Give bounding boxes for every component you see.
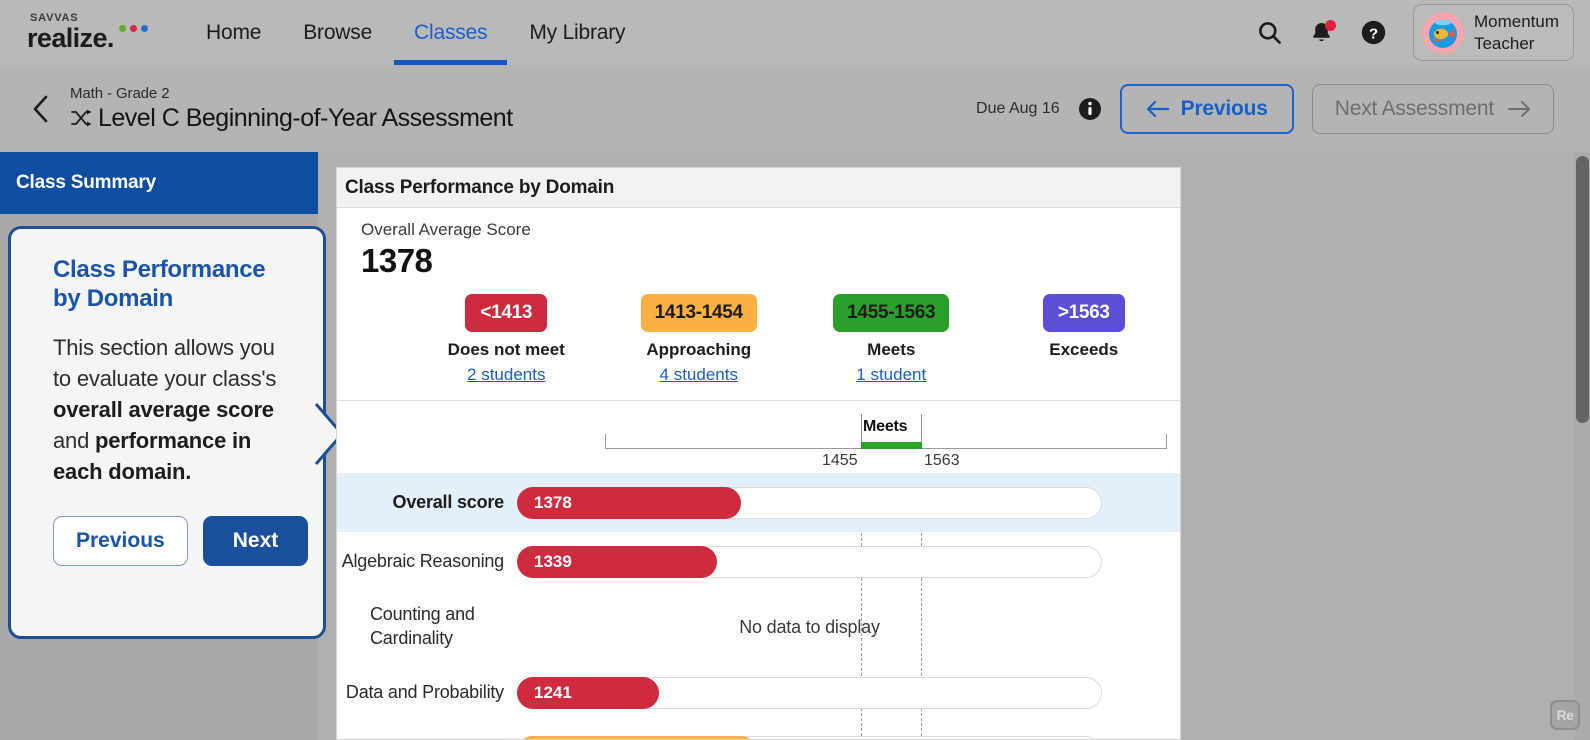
coach-buttons: Previous Next xyxy=(53,515,309,566)
chart-row-value: 1378 xyxy=(534,492,572,512)
assessment-titles: Math - Grade 2 Level C Beginning-of-Year… xyxy=(70,85,513,133)
chart-row-label: Overall score xyxy=(392,491,505,512)
bell-icon[interactable] xyxy=(1309,19,1336,46)
chart-axis: Meets 1455 1563 xyxy=(337,401,1180,473)
band-range-chip: 1455-1563 xyxy=(833,294,950,332)
chart-row-bar: 1378 xyxy=(517,486,741,519)
coach-body-bold-1: overall average score xyxy=(53,397,274,422)
coach-body-pre: This section allows you to evaluate your… xyxy=(53,334,277,391)
overall-average-score-value: 1378 xyxy=(361,242,433,279)
notification-badge xyxy=(1324,19,1336,31)
breadcrumb: Math - Grade 2 xyxy=(70,84,170,102)
sidebar-item-label: Class Summary xyxy=(16,172,156,193)
search-icon[interactable] xyxy=(1256,19,1283,46)
logo-dots-icon xyxy=(119,25,148,32)
band-meets: 1455-1563 Meets 1 student xyxy=(795,294,988,385)
performance-band-legend: <1413 Does not meet 2 students 1413-1454… xyxy=(337,294,1180,385)
back-chevron-icon[interactable] xyxy=(30,93,52,125)
cut-score-label-low: 1455 xyxy=(822,452,858,469)
assessment-header-bar: Math - Grade 2 Level C Beginning-of-Year… xyxy=(0,65,1590,152)
coach-next-button[interactable]: Next xyxy=(202,515,309,566)
domain-performance-chart: Meets 1455 1563 Overall score 1378 Algeb… xyxy=(337,401,1180,739)
chart-row-data-and-probability: Data and Probability 1241 xyxy=(337,663,1180,722)
arrow-left-icon xyxy=(1146,100,1169,117)
chart-row-bar: 1339 xyxy=(517,545,717,578)
app-root: SAVVAS realize. Home Browse Classes My L… xyxy=(0,0,1590,740)
band-name: Does not meet xyxy=(447,340,565,359)
coach-title: Class Performance by Domain xyxy=(53,256,266,313)
chart-row-bar xyxy=(517,735,757,739)
coach-previous-button[interactable]: Previous xyxy=(53,515,188,566)
band-exceeds: >1563 Exceeds xyxy=(988,294,1181,385)
band-name: Exceeds xyxy=(1049,340,1119,359)
band-range-chip: 1413-1454 xyxy=(640,294,757,332)
coach-tooltip-card: Class Performance by Domain This section… xyxy=(8,226,326,639)
nav-right-actions: ? Momentum Teacher xyxy=(1256,4,1574,61)
previous-assessment-button[interactable]: Previous xyxy=(1119,83,1294,134)
next-assessment-label: Next Assessment xyxy=(1334,96,1494,120)
arrow-right-icon xyxy=(1508,100,1530,117)
chart-row-value: 1241 xyxy=(534,682,572,702)
assessment-actions: Due Aug 16 Previous Next Assessment xyxy=(976,83,1554,134)
overall-average-score-label: Overall Average Score xyxy=(361,220,531,239)
shuffle-icon xyxy=(70,107,94,129)
account-name-line2: Teacher xyxy=(1473,33,1535,53)
chart-row-track: 1378 xyxy=(517,486,1102,519)
next-assessment-button[interactable]: Next Assessment xyxy=(1311,83,1554,134)
coach-body-mid: and xyxy=(53,428,96,454)
info-icon[interactable] xyxy=(1078,97,1102,121)
coach-body: This section allows you to evaluate your… xyxy=(53,332,295,488)
realize-watermark-badge: Re xyxy=(1550,700,1580,730)
chart-row-label: Counting and Cardinality xyxy=(370,604,475,648)
chart-row-track xyxy=(517,735,1102,739)
nav-classes[interactable]: Classes xyxy=(393,0,508,65)
account-name-line1: Momentum xyxy=(1473,12,1559,32)
help-icon[interactable]: ? xyxy=(1360,19,1387,46)
vertical-scrollbar-thumb[interactable] xyxy=(1576,156,1589,423)
panel-header: Class Performance by Domain xyxy=(337,168,1180,208)
account-menu-button[interactable]: Momentum Teacher xyxy=(1412,4,1574,61)
class-performance-panel: Class Performance by Domain Overall Aver… xyxy=(336,167,1181,740)
chart-row-label: Algebraic Reasoning xyxy=(341,550,505,571)
chart-row-bar: 1241 xyxy=(517,676,659,709)
band-student-count-link[interactable]: 4 students xyxy=(660,365,738,385)
assessment-title: Level C Beginning-of-Year Assessment xyxy=(98,103,513,132)
top-navigation-bar: SAVVAS realize. Home Browse Classes My L… xyxy=(0,0,1590,65)
band-student-count-link[interactable]: 1 student xyxy=(856,365,926,385)
meets-band-label: Meets xyxy=(863,418,908,435)
band-does-not-meet: <1413 Does not meet 2 students xyxy=(410,294,603,385)
band-name: Meets xyxy=(867,340,916,359)
chart-row-counting-and-cardinality: Counting and Cardinality No data to displ… xyxy=(337,591,1180,663)
nav-my-library[interactable]: My Library xyxy=(508,0,646,65)
chart-row-algebraic-reasoning: Algebraic Reasoning 1339 xyxy=(337,532,1180,591)
svg-text:?: ? xyxy=(1369,25,1378,42)
page-title: Class Performance by Domain xyxy=(345,176,615,198)
chart-row-track: 1241 xyxy=(517,676,1102,709)
fishbowl-avatar xyxy=(1421,11,1464,54)
chart-row-next-partial xyxy=(337,722,1180,739)
band-range-chip: <1413 xyxy=(465,294,548,332)
chart-row-track: 1339 xyxy=(517,545,1102,578)
chart-row-no-data: No data to display xyxy=(739,616,880,637)
nav-home[interactable]: Home xyxy=(185,0,282,65)
band-approaching: 1413-1454 Approaching 4 students xyxy=(603,294,796,385)
band-name: Approaching xyxy=(646,340,752,359)
due-date: Due Aug 16 xyxy=(976,99,1060,117)
cut-score-label-high: 1563 xyxy=(924,452,960,469)
chart-row-overall-score: Overall score 1378 xyxy=(337,473,1180,532)
band-range-chip: >1563 xyxy=(1042,294,1125,332)
axis-tick-right xyxy=(1166,434,1167,449)
primary-nav-links: Home Browse Classes My Library xyxy=(185,0,646,65)
chart-row-label: Data and Probability xyxy=(345,681,504,702)
previous-assessment-label: Previous xyxy=(1180,96,1268,120)
account-name: Momentum Teacher xyxy=(1474,11,1559,54)
meets-band-marker xyxy=(861,442,922,449)
nav-browse[interactable]: Browse xyxy=(282,0,393,65)
overall-average-score-block: Overall Average Score 1378 xyxy=(337,208,1180,280)
band-student-count-link[interactable]: 2 students xyxy=(467,365,545,385)
savvas-realize-logo[interactable]: SAVVAS realize. xyxy=(27,13,149,52)
axis-tick-left xyxy=(605,434,606,449)
sidebar-item-class-summary[interactable]: Class Summary xyxy=(0,152,318,214)
chart-row-value: 1339 xyxy=(534,551,572,571)
